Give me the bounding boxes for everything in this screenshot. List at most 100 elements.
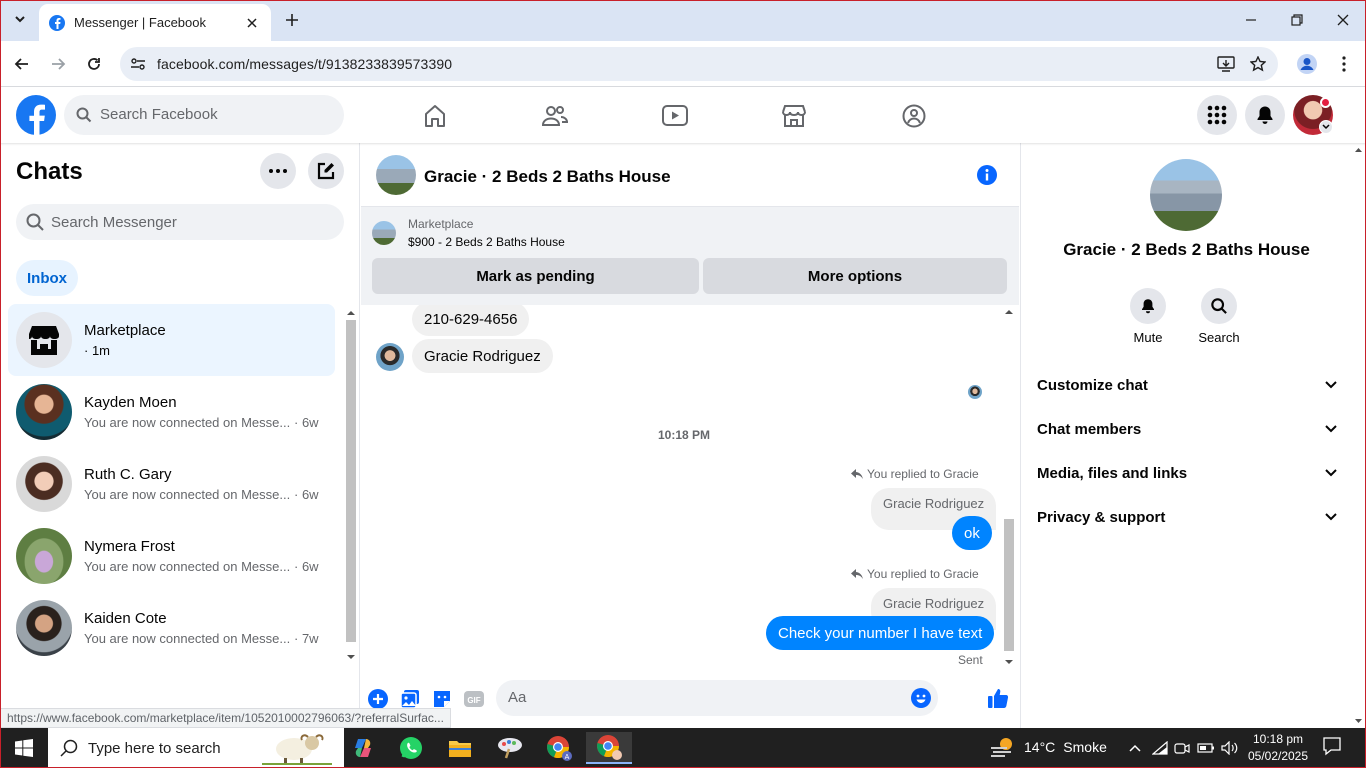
new-message-button[interactable] xyxy=(308,153,344,189)
chat-members-section[interactable]: Chat members xyxy=(1029,407,1345,451)
bookmark-button[interactable] xyxy=(1247,53,1269,75)
avatar xyxy=(16,456,72,512)
account-menu-chevron[interactable] xyxy=(1319,120,1333,134)
sender-avatar[interactable] xyxy=(376,343,404,371)
profile-button[interactable] xyxy=(1293,50,1321,78)
new-tab-button[interactable] xyxy=(281,9,303,31)
nav-video[interactable] xyxy=(660,101,690,131)
message-bubble[interactable]: ok xyxy=(952,516,992,550)
nav-home[interactable] xyxy=(420,101,450,131)
address-bar[interactable]: facebook.com/messages/t/9138233839573390 xyxy=(120,47,1278,81)
menu-button[interactable] xyxy=(1197,95,1237,135)
chat-list-scrollbar[interactable] xyxy=(344,306,358,662)
chat-options-button[interactable] xyxy=(260,153,296,189)
minimize-button[interactable] xyxy=(1228,0,1274,40)
nav-groups[interactable] xyxy=(899,101,929,131)
facebook-search-input[interactable]: Search Facebook xyxy=(64,95,344,135)
chat-item-kaiden-cote[interactable]: Kaiden Cote You are now connected on Mes… xyxy=(8,592,335,664)
network-tray-icon[interactable] xyxy=(1150,738,1170,758)
weather-widget[interactable]: 14°C Smoke xyxy=(990,736,1107,758)
show-hidden-icons-button[interactable] xyxy=(1125,738,1145,758)
search-action[interactable]: Search xyxy=(1189,288,1249,345)
clock-time: 10:18 pm xyxy=(1252,732,1304,746)
status-bar-url: https://www.facebook.com/marketplace/ite… xyxy=(0,708,451,728)
chat-item-marketplace[interactable]: Marketplace · 1m xyxy=(8,304,335,376)
minimize-icon xyxy=(1246,19,1256,21)
weather-temperature: 14°C xyxy=(1024,739,1056,755)
chrome-app-profile-a[interactable]: A xyxy=(539,732,579,764)
more-options-button[interactable]: More options xyxy=(703,258,1007,294)
forward-button[interactable] xyxy=(44,50,72,78)
mute-action[interactable]: Mute xyxy=(1118,288,1178,345)
system-clock[interactable]: 10:18 pm 05/02/2025 xyxy=(1246,731,1310,765)
tab-search-button[interactable] xyxy=(9,8,31,30)
scroll-up-icon xyxy=(347,311,355,315)
nav-friends[interactable] xyxy=(540,101,570,131)
conversation-info-button[interactable] xyxy=(977,165,997,185)
volume-tray-icon[interactable] xyxy=(1220,738,1240,758)
conversation-title[interactable]: Gracie · 2 Beds 2 Baths House xyxy=(424,167,671,187)
back-button[interactable] xyxy=(8,50,36,78)
privacy-support-section[interactable]: Privacy & support xyxy=(1029,495,1345,539)
customize-chat-section[interactable]: Customize chat xyxy=(1029,363,1345,407)
attach-photo-button[interactable] xyxy=(400,689,420,709)
chat-item-ruth-c-gary[interactable]: Ruth C. Gary You are now connected on Me… xyxy=(8,448,335,520)
gif-button[interactable]: GIF xyxy=(463,689,484,709)
reload-button[interactable] xyxy=(80,50,108,78)
windows-taskbar: Type here to search A 14°C Smoke 10:18 p… xyxy=(0,728,1366,768)
messenger-search-input[interactable]: Search Messenger xyxy=(16,204,344,240)
chat-item-kayden-moen[interactable]: Kayden Moen You are now connected on Mes… xyxy=(8,376,335,448)
message-bubble[interactable]: Check your number I have text xyxy=(766,616,995,650)
install-app-button[interactable] xyxy=(1215,53,1237,75)
copilot-app[interactable] xyxy=(343,732,383,764)
sticker-icon xyxy=(434,691,450,707)
battery-tray-icon[interactable] xyxy=(1196,738,1216,758)
browser-tab[interactable]: Messenger | Facebook xyxy=(39,4,271,41)
tab-title: Messenger | Facebook xyxy=(74,15,206,30)
message-scrollbar[interactable] xyxy=(1002,305,1016,669)
like-button[interactable] xyxy=(987,687,1009,708)
browser-menu-button[interactable] xyxy=(1330,50,1358,78)
file-explorer-app[interactable] xyxy=(440,732,480,764)
notification-dot xyxy=(1320,97,1331,108)
scrollbar-thumb[interactable] xyxy=(346,320,356,642)
meet-now-tray-icon[interactable] xyxy=(1172,738,1192,758)
close-window-button[interactable] xyxy=(1320,0,1366,40)
message-bubble[interactable]: Gracie Rodriguez xyxy=(412,339,553,373)
reload-icon xyxy=(88,58,100,70)
marketplace-avatar xyxy=(16,312,72,368)
emoji-button[interactable] xyxy=(911,688,931,708)
scrollbar-thumb[interactable] xyxy=(1004,519,1014,651)
listing-title[interactable]: $900 - 2 Beds 2 Baths House xyxy=(408,235,565,249)
notifications-button[interactable] xyxy=(1245,95,1285,135)
details-avatar[interactable] xyxy=(1150,159,1222,231)
tab-close-button[interactable] xyxy=(243,14,261,32)
nav-marketplace[interactable] xyxy=(779,101,809,131)
mark-as-pending-button[interactable]: Mark as pending xyxy=(372,258,699,294)
search-icon xyxy=(26,213,44,231)
listing-thumbnail[interactable] xyxy=(372,221,396,245)
more-actions-button[interactable] xyxy=(368,689,388,709)
message-input[interactable]: Aa xyxy=(496,680,938,716)
start-button[interactable] xyxy=(4,732,44,764)
media-files-links-section[interactable]: Media, files and links xyxy=(1029,451,1345,495)
whatsapp-app[interactable] xyxy=(391,732,431,764)
taskbar-search-input[interactable]: Type here to search xyxy=(48,728,344,768)
sticker-button[interactable] xyxy=(432,689,452,709)
message-bubble[interactable]: 210-629-4656 xyxy=(412,305,530,336)
chat-item-nymera-frost[interactable]: Nymera Frost You are now connected on Me… xyxy=(8,520,335,592)
chat-time: · 1m xyxy=(84,343,110,358)
notification-center-button[interactable] xyxy=(1322,736,1342,756)
chrome-app-active[interactable] xyxy=(586,732,632,764)
site-info-icon[interactable] xyxy=(130,56,146,72)
restore-button[interactable] xyxy=(1274,0,1320,40)
facebook-logo-icon[interactable] xyxy=(16,95,56,135)
avatar xyxy=(16,384,72,440)
pinned-app[interactable] xyxy=(490,732,530,764)
inbox-filter-tab[interactable]: Inbox xyxy=(16,260,78,296)
page-scrollbar[interactable] xyxy=(1351,143,1366,728)
bell-icon[interactable] xyxy=(1130,288,1166,324)
gif-icon: GIF xyxy=(464,691,484,707)
search-icon[interactable] xyxy=(1201,288,1237,324)
conversation-avatar[interactable] xyxy=(376,155,416,195)
